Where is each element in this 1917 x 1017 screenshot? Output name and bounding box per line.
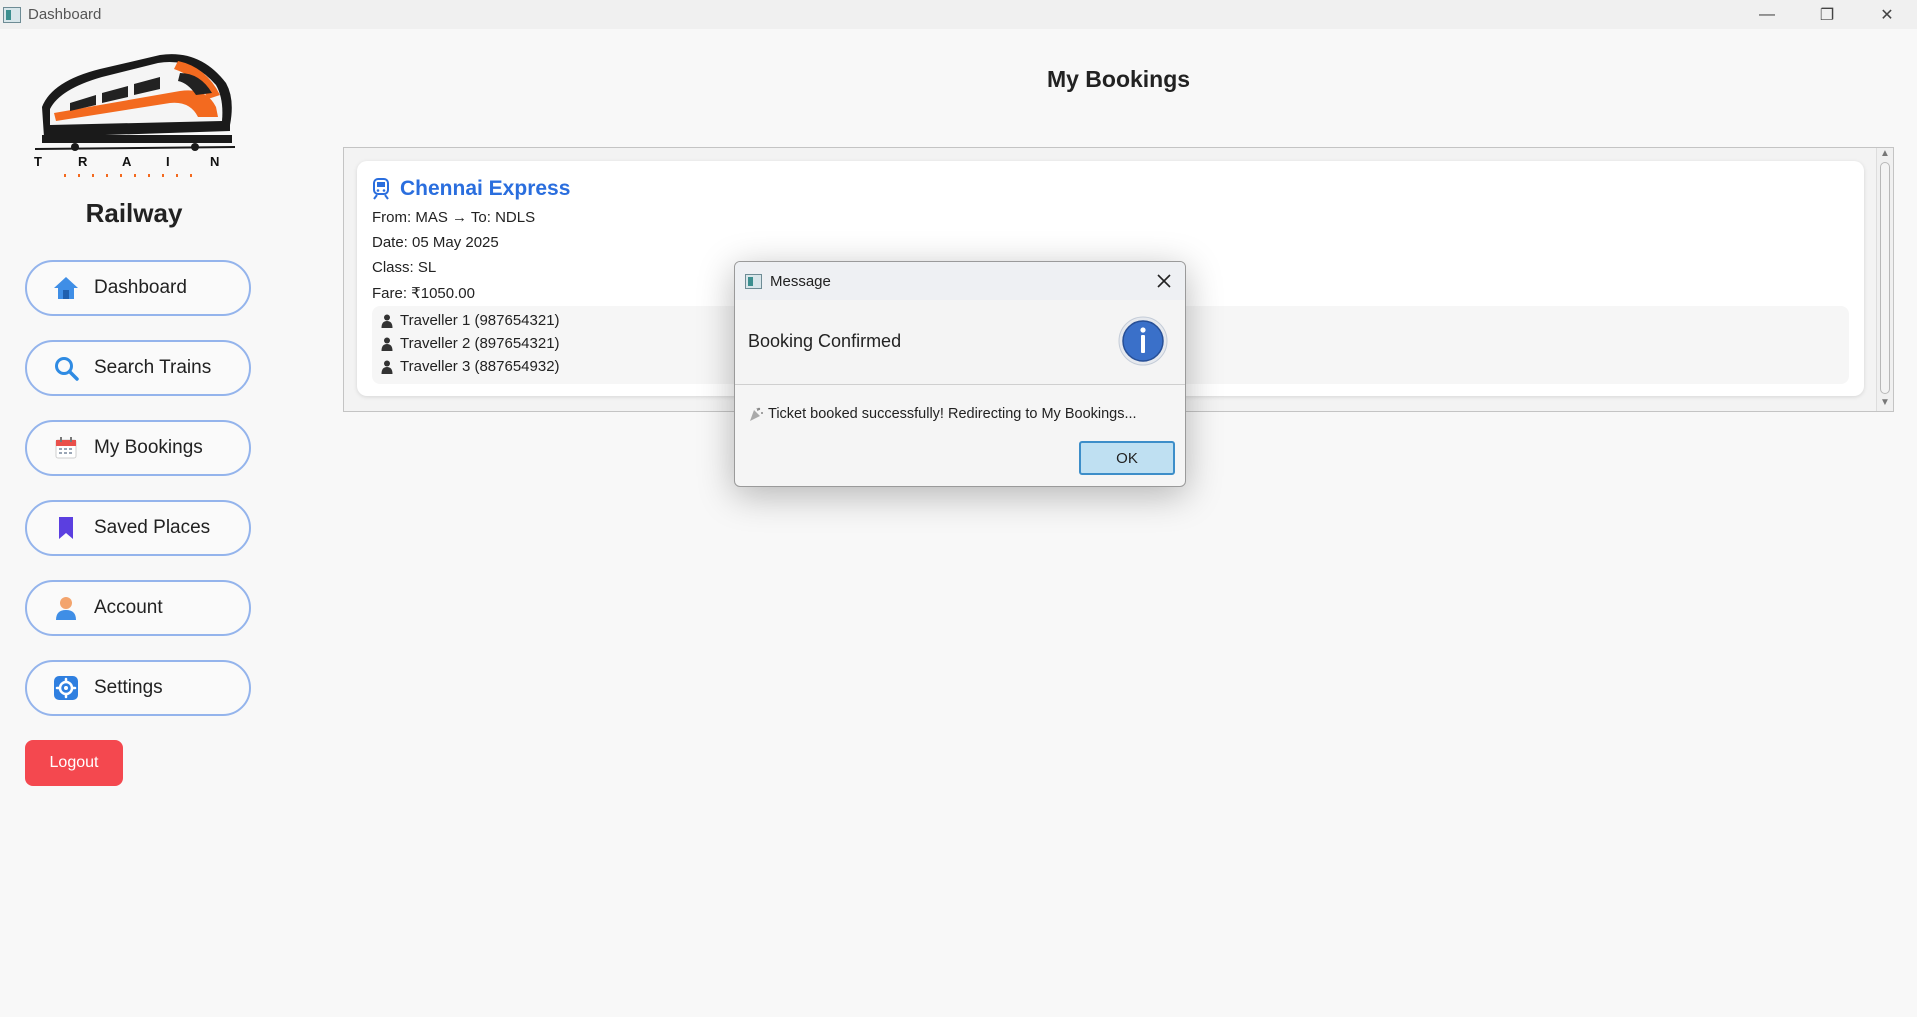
traveller-item: Traveller 3 (887654932) [380,358,560,375]
traveller-text: Traveller 2 (897654321) [400,335,560,352]
minimize-button[interactable]: — [1737,0,1797,29]
close-icon[interactable] [1151,268,1177,294]
dialog-message-text: Ticket booked successfully! Redirecting … [768,406,1137,422]
dialog-title: Message [770,272,831,290]
sidebar-item-dashboard[interactable]: Dashboard [25,260,251,316]
sidebar-item-account[interactable]: Account [25,580,251,636]
brand-name: Railway [85,198,183,228]
train-name: Chennai Express [372,177,570,201]
bookmark-icon [52,514,80,542]
svg-text:I: I [166,154,170,169]
train-logo: T R A I N [30,47,240,182]
vertical-scrollbar[interactable]: ▲ ▼ [1876,148,1893,411]
user-icon [52,594,80,622]
person-icon [380,360,394,374]
svg-text:N: N [210,154,219,169]
dialog-header: Booking Confirmed [735,300,1185,385]
svg-text:T: T [34,154,42,169]
message-dialog: Message Booking Confirmed Ticket booked … [734,261,1186,487]
window-title-bar: Dashboard — ❐ ✕ [0,0,1917,29]
train-name-text: Chennai Express [400,177,571,200]
dialog-heading: Booking Confirmed [748,331,902,351]
app-icon [745,273,762,289]
person-icon [380,314,394,328]
dialog-title-bar: Message [735,262,1185,300]
maximize-button[interactable]: ❐ [1797,0,1857,29]
sidebar-item-label: Settings [94,677,163,698]
scroll-down-icon[interactable]: ▼ [1877,397,1893,411]
sidebar-item-label: Dashboard [94,277,187,298]
sidebar-item-settings[interactable]: Settings [25,660,251,716]
dialog-message: Ticket booked successfully! Redirecting … [748,406,1137,422]
traveller-item: Traveller 1 (987654321) [380,312,560,329]
calendar-icon [52,434,80,462]
window-title: Dashboard [28,6,102,23]
booking-class: Class: SL [372,259,437,276]
traveller-item: Traveller 2 (897654321) [380,335,560,352]
sidebar-item-label: Account [94,597,163,618]
info-icon [1117,315,1169,367]
logout-button[interactable]: Logout [25,740,123,786]
train-icon [372,178,392,200]
sidebar-item-search-trains[interactable]: Search Trains [25,340,251,396]
svg-text:R: R [78,154,88,169]
party-popper-icon [748,406,764,422]
booking-route: From: MAS → To: NDLS [372,209,536,226]
sidebar-item-label: Search Trains [94,357,212,378]
close-button[interactable]: ✕ [1857,0,1917,29]
svg-text:A: A [122,154,132,169]
page-title: My Bookings [1046,66,1191,92]
app-icon [3,6,21,23]
home-icon [52,274,80,302]
booking-date: Date: 05 May 2025 [372,234,499,251]
window-controls: — ❐ ✕ [1737,0,1917,29]
sidebar-item-my-bookings[interactable]: My Bookings [25,420,251,476]
scroll-up-icon[interactable]: ▲ [1877,148,1893,162]
scrollbar-thumb[interactable] [1880,162,1890,394]
search-icon [52,354,80,382]
booking-fare: Fare: ₹1050.00 [372,285,475,302]
traveller-text: Traveller 1 (987654321) [400,312,560,329]
person-icon [380,337,394,351]
traveller-text: Traveller 3 (887654932) [400,358,560,375]
sidebar-item-saved-places[interactable]: Saved Places [25,500,251,556]
ok-button[interactable]: OK [1079,441,1175,475]
sidebar-item-label: Saved Places [94,517,211,538]
sidebar-item-label: My Bookings [94,437,203,458]
gear-icon [52,674,80,702]
